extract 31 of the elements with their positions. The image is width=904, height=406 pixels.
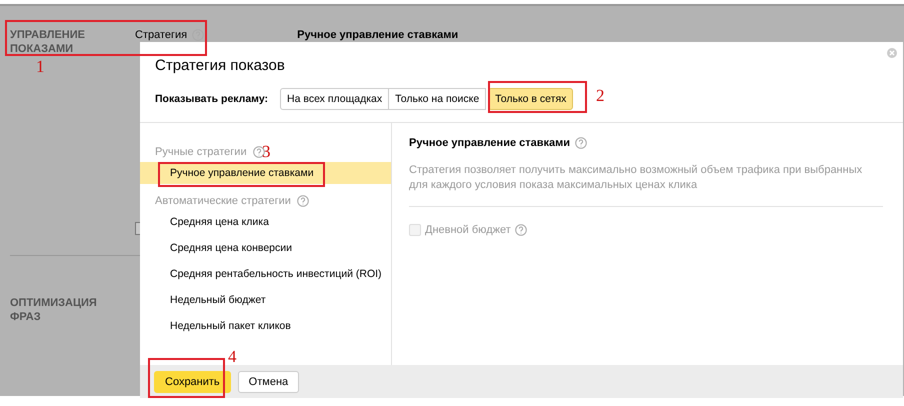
placement-option[interactable]: Только на поиске: [388, 88, 486, 110]
annotation-number: 3: [262, 143, 270, 161]
annotation-number: 2: [596, 87, 604, 105]
dialog-title: Стратегия показов: [155, 56, 285, 76]
help-icon[interactable]: [296, 194, 309, 206]
help-icon[interactable]: [514, 224, 527, 236]
show-ads-label: Показывать рекламу:: [155, 93, 268, 105]
close-icon[interactable]: [887, 48, 897, 58]
group-heading: Автоматические стратегии: [155, 194, 291, 206]
strategy-item[interactable]: Ручное управление ставками: [140, 162, 391, 184]
placement-option[interactable]: На всех площадках: [280, 88, 390, 110]
field-value: Ручное управление ставками: [297, 29, 458, 41]
section-heading: УПРАВЛЕНИЕ ПОКАЗАМИ: [10, 28, 86, 56]
save-button[interactable]: Сохранить: [154, 370, 231, 392]
checkbox[interactable]: [135, 222, 140, 235]
details-title: Ручное управление ставками: [409, 137, 570, 149]
cancel-button[interactable]: Отмена: [238, 370, 300, 392]
description: Стратегия позволяет получить максимально возможный объем трафика при выбранных для каждого условия показа максимальных ценах клика: [409, 163, 864, 193]
field-label: Стратегия: [135, 29, 188, 41]
strategy-item[interactable]: Средняя цена конверсии: [140, 237, 391, 259]
help-icon[interactable]: [575, 137, 588, 149]
strategy-item[interactable]: Недельный бюджет: [140, 289, 391, 311]
section-heading: ОПТИМИЗАЦИЯ ФРАЗ: [10, 296, 98, 324]
annotation-number: 4: [228, 348, 236, 366]
strategy-item[interactable]: Средняя цена клика: [140, 211, 391, 233]
strategy-item[interactable]: Средняя рентабельность инвестиций (ROI): [140, 263, 391, 285]
strategy-item[interactable]: Недельный пакет кликов: [140, 315, 391, 337]
placement-option[interactable]: Только в сетях: [488, 88, 574, 110]
group-heading: Ручные стратегии: [155, 146, 247, 158]
annotation-number: 1: [36, 58, 44, 76]
checkbox-label: Дневной бюджет: [425, 224, 511, 236]
